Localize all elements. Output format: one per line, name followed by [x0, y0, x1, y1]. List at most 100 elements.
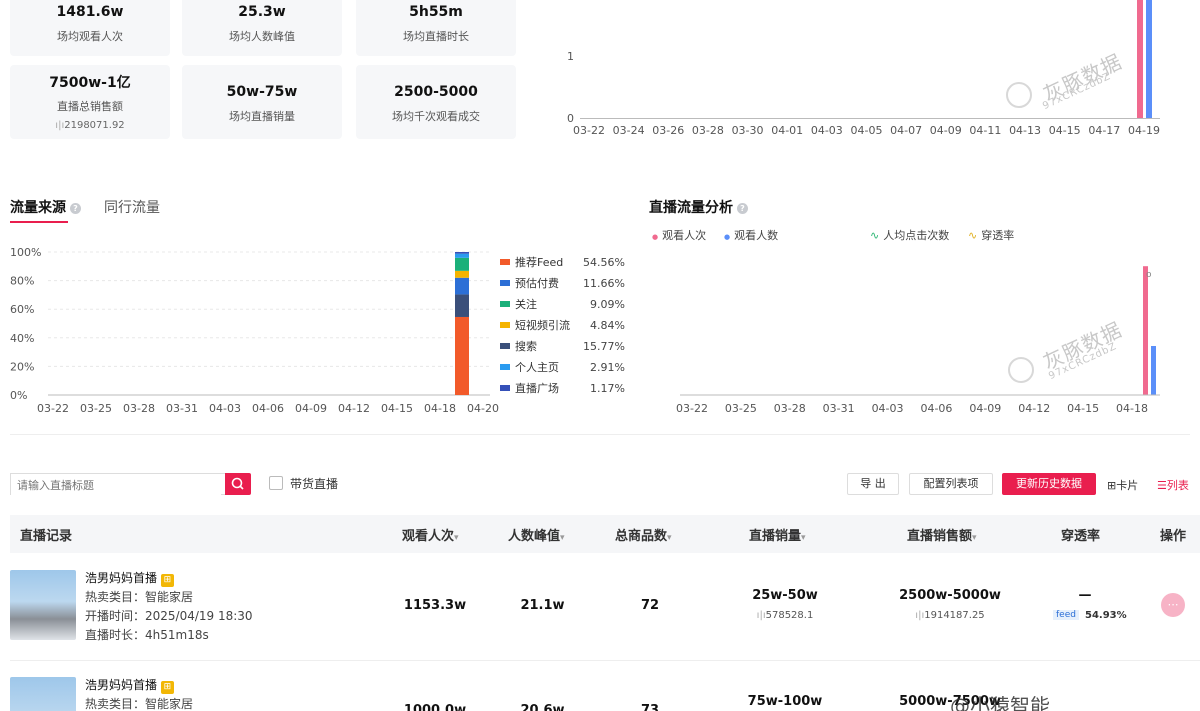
- legend-item[interactable]: 短视频引流 4.84%: [500, 317, 625, 333]
- table-header: [10, 515, 1200, 553]
- live-title[interactable]: 浩男妈妈首播 ⊞: [85, 569, 174, 587]
- stat-card-gpm: 2500-5000 场均千次观看成交: [356, 65, 516, 139]
- col-header-penetration: 穿透率: [1061, 529, 1101, 544]
- legend-pct: 11.66%: [583, 276, 625, 290]
- tab-peer-traffic[interactable]: 同行流量: [104, 197, 160, 217]
- live-thumbnail[interactable]: [10, 570, 76, 640]
- sales-value: 25w-50w: [752, 588, 818, 603]
- stack-segment-短视频引流: [455, 270, 469, 278]
- search-input[interactable]: [11, 475, 221, 496]
- x-tick: 04-12: [338, 402, 370, 415]
- footer-watermark: @小猿智能: [950, 694, 1050, 711]
- x-axis: [580, 118, 1160, 119]
- export-button[interactable]: 导 出: [847, 473, 899, 495]
- legend-item[interactable]: 关注 9.09%: [500, 296, 625, 312]
- bar-views: [1137, 0, 1143, 118]
- x-tick: 04-06: [920, 402, 952, 415]
- x-tick: 03-28: [774, 402, 806, 415]
- more-actions-icon[interactable]: ⋯: [1161, 593, 1185, 617]
- stat-value: 25.3w: [238, 4, 286, 20]
- help-icon[interactable]: ?: [70, 202, 81, 214]
- tab-traffic-source[interactable]: 流量来源?: [10, 197, 81, 217]
- penetration-value: —: [1078, 588, 1092, 603]
- legend-label: 预估付费: [515, 277, 559, 290]
- x-tick: 04-15: [381, 402, 413, 415]
- stat-label: 场均直播销量: [229, 110, 295, 123]
- legend-label: 推荐Feed: [515, 256, 564, 269]
- views-value: 1153.3w: [403, 598, 467, 613]
- stat-value: 7500w-1亿: [49, 75, 131, 91]
- stack-segment-搜索: [455, 294, 469, 317]
- legend-swatch: [500, 259, 510, 265]
- start-time: 开播时间：2025/04/19 18:30: [85, 609, 253, 623]
- stat-value: 5h55m: [409, 4, 463, 20]
- update-history-button[interactable]: 更新历史数据: [1002, 473, 1096, 495]
- views-value: 1000.0w: [403, 703, 467, 711]
- x-tick: 03-25: [80, 402, 112, 415]
- x-tick: 03-24: [612, 124, 645, 137]
- watermark-logo-icon: [1006, 82, 1032, 108]
- stat-label: 场均人数峰值: [229, 30, 295, 43]
- badge-icon: ⊞: [160, 681, 174, 694]
- y-tick: 100%: [10, 246, 41, 259]
- x-tick: 03-28: [123, 402, 155, 415]
- legend-item[interactable]: 个人主页 2.91%: [500, 359, 625, 375]
- x-tick: 04-09: [969, 402, 1001, 415]
- products-value: 72: [640, 598, 660, 613]
- revenue-sub-value: ı|ı1914187.25: [915, 610, 985, 621]
- x-tick: 04-15: [1067, 402, 1099, 415]
- search-box: [10, 473, 225, 496]
- live-thumbnail[interactable]: [10, 677, 76, 711]
- search-button[interactable]: [225, 473, 251, 495]
- grid-icon: ⊞: [1107, 479, 1117, 492]
- legend-item[interactable]: 推荐Feed 54.56%: [500, 254, 625, 270]
- point-marker: o: [1146, 270, 1152, 280]
- active-tab-underline: [10, 221, 68, 223]
- list-view-toggle[interactable]: ☰列表: [1157, 477, 1189, 493]
- config-columns-button[interactable]: 配置列表项: [909, 473, 993, 495]
- col-header-products[interactable]: 总商品数▾: [615, 525, 672, 544]
- y-tick: 40%: [10, 332, 34, 345]
- stat-label: 场均千次观看成交: [392, 110, 480, 123]
- stat-card-peak: 25.3w 场均人数峰值: [182, 0, 342, 56]
- bar-观看人次: [1143, 266, 1148, 395]
- legend-item[interactable]: 直播广场 1.17%: [500, 380, 625, 396]
- legend-swatch: [500, 385, 510, 391]
- watermark-logo-icon: [1008, 357, 1034, 383]
- x-tick: 03-28: [691, 124, 724, 137]
- legend-item[interactable]: 搜索 15.77%: [500, 338, 625, 354]
- stat-label: 直播总销售额: [57, 100, 123, 113]
- stat-card-views: 1481.6w 场均观看人次: [10, 0, 170, 56]
- x-tick: 04-18: [1116, 402, 1148, 415]
- badge-icon: ⊞: [160, 574, 174, 587]
- stat-value: 1481.6w: [56, 4, 124, 20]
- y-tick: 1: [567, 50, 574, 63]
- legend-item[interactable]: 预估付费 11.66%: [500, 275, 625, 291]
- x-tick: 04-19: [1128, 124, 1160, 137]
- stat-card-duration: 5h55m 场均直播时长: [356, 0, 516, 56]
- col-header-sales[interactable]: 直播销量▾: [749, 525, 806, 544]
- peak-value: 20.6w: [520, 703, 565, 711]
- sales-sub-value: ı|ı578528.1: [756, 610, 814, 621]
- stack-segment-推荐Feed: [455, 316, 469, 395]
- row-divider: [10, 660, 1200, 661]
- revenue-value: 2500w-5000w: [899, 588, 1001, 603]
- col-header-views[interactable]: 观看人次▾: [402, 525, 459, 544]
- col-header-peak[interactable]: 人数峰值▾: [508, 525, 565, 544]
- bar-viewers: [1146, 0, 1152, 118]
- stack-segment-预估付费: [455, 277, 469, 295]
- legend-pct: 4.84%: [590, 318, 625, 332]
- legend-label: 搜索: [515, 340, 537, 353]
- stack-segment-关注: [455, 257, 469, 271]
- x-tick: 03-22: [37, 402, 69, 415]
- live-sales-checkbox[interactable]: [269, 476, 283, 490]
- products-value: 73: [640, 703, 660, 711]
- x-tick: 04-20: [467, 402, 499, 415]
- help-icon[interactable]: ?: [737, 202, 748, 214]
- col-header-revenue[interactable]: 直播销售额▾: [907, 525, 977, 544]
- search-icon: [231, 477, 244, 490]
- x-tick: 04-01: [771, 124, 804, 137]
- live-title[interactable]: 浩男妈妈首播 ⊞: [85, 676, 174, 694]
- x-tick: 04-03: [872, 402, 904, 415]
- card-view-toggle[interactable]: ⊞卡片: [1107, 477, 1138, 493]
